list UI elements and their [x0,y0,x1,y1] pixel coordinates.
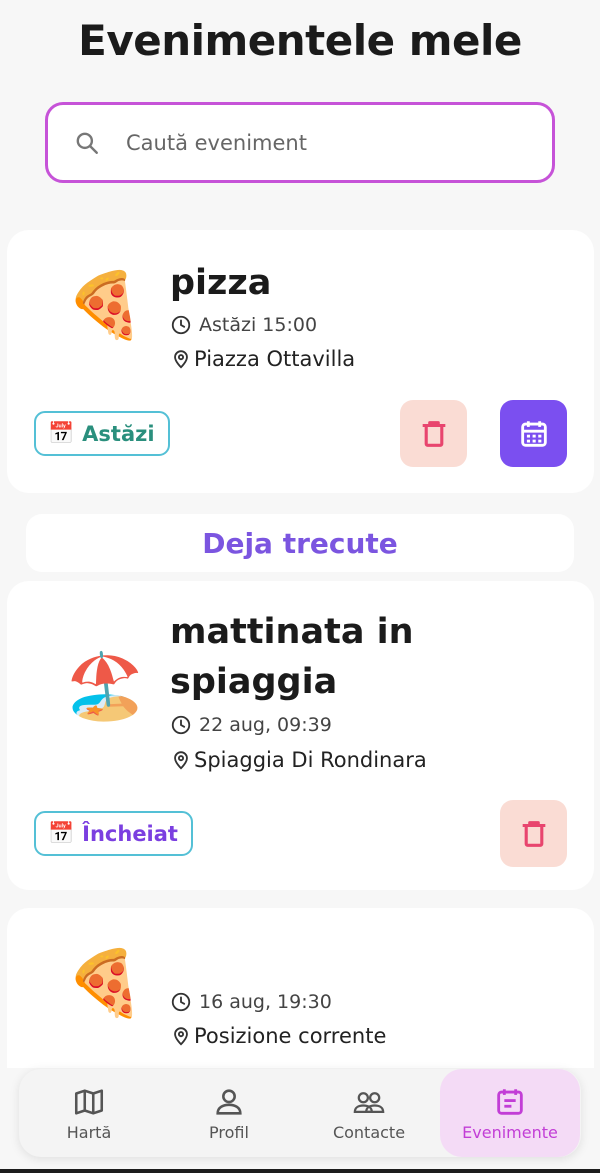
event-location: Piazza Ottavilla [170,347,355,371]
calendar-emoji-icon: 📅 [48,821,75,845]
past-events-header: Deja trecute [26,514,574,572]
trash-icon [422,420,445,447]
status-badge-label: Încheiat [82,821,178,846]
clock-icon [171,992,191,1012]
nav-item-profile[interactable]: Profil [159,1069,299,1157]
event-time: 22 aug, 09:39 [170,714,332,736]
home-indicator [0,1169,600,1173]
calendar-emoji-icon: 📅 [48,421,75,445]
event-emoji: 🏖️ [65,650,145,724]
event-location-text: Posizione corrente [194,1024,387,1048]
search-icon [76,132,98,154]
delete-button[interactable] [400,400,467,467]
event-title: mattinata in spiaggia [170,612,414,702]
nav-item-events[interactable]: Evenimente [440,1069,580,1157]
event-location-text: Piazza Ottavilla [194,347,356,371]
event-emoji: 🍕 [65,947,145,1021]
bottom-navigation: Hartă Profil Contacte Evenimente [19,1069,581,1157]
status-badge: 📅 Astăzi [34,411,170,456]
clock-icon [171,315,191,335]
event-time-text: 16 aug, 19:30 [199,991,332,1013]
location-pin-icon [174,751,188,770]
page-title: Evenimentele mele [78,16,522,65]
clock-icon [171,715,191,735]
search-box[interactable] [45,102,555,183]
calendar-button[interactable] [500,400,567,467]
status-badge: 📅 Încheiat [34,811,193,856]
nav-item-map[interactable]: Hartă [19,1069,159,1157]
search-input[interactable] [126,130,506,155]
event-card[interactable]: 🍕 pizza Astăzi 15:00 Piazza Ottavilla 📅 … [7,230,594,493]
delete-button[interactable] [500,800,567,867]
event-card[interactable]: 🍕 16 aug, 19:30 Posizione corrente [7,908,594,1068]
event-time: 16 aug, 19:30 [170,991,332,1013]
event-emoji: 🍕 [65,269,145,343]
user-icon [216,1088,242,1115]
event-card[interactable]: 🏖️ mattinata in spiaggia 22 aug, 09:39 S… [7,581,594,890]
nav-label: Profil [209,1122,249,1142]
event-time-text: 22 aug, 09:39 [199,714,332,736]
location-pin-icon [174,1027,188,1046]
nav-item-contacts[interactable]: Contacte [299,1069,439,1157]
status-badge-label: Astăzi [82,421,155,446]
event-list-icon [497,1088,523,1115]
event-title: pizza [170,263,272,303]
event-time-text: Astăzi 15:00 [199,314,318,336]
event-location-text: Spiaggia Di Rondinara [194,748,427,772]
nav-label: Evenimente [462,1122,558,1142]
map-icon [74,1088,104,1115]
event-location: Posizione corrente [170,1024,386,1048]
nav-label: Contacte [332,1122,406,1142]
trash-icon [522,820,545,847]
event-location: Spiaggia Di Rondinara [170,748,427,772]
location-pin-icon [174,350,188,369]
calendar-icon [520,420,547,447]
nav-label: Hartă [66,1122,112,1142]
users-icon [353,1091,385,1113]
event-time: Astăzi 15:00 [170,314,317,336]
